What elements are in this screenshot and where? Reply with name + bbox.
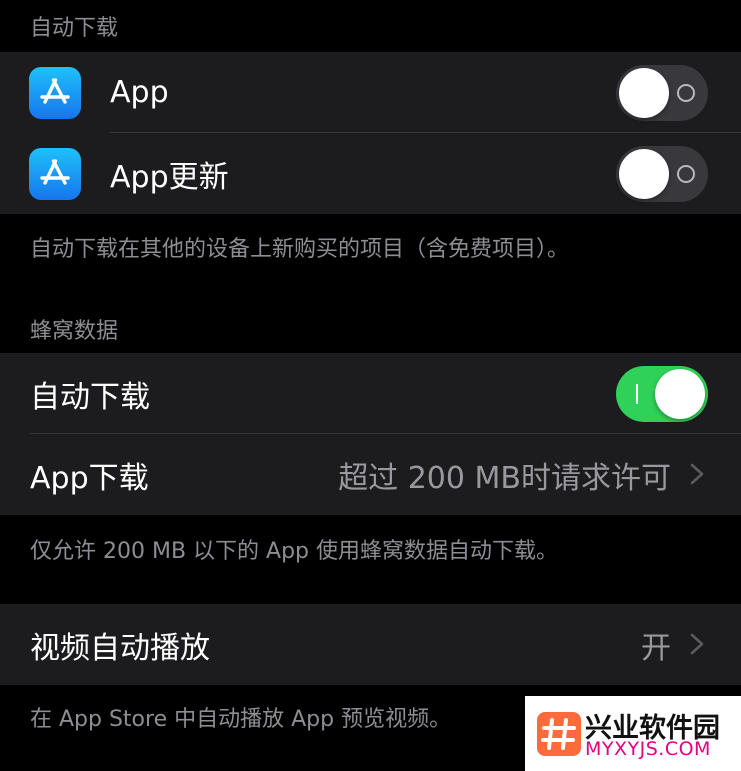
app-download-label: App下载 <box>30 460 149 496</box>
cellular-auto-download-label: 自动下载 <box>30 379 150 415</box>
watermark-url: MYXYJS.COM <box>585 738 711 760</box>
cellular-section-header: 蜂窝数据 <box>30 319 119 344</box>
video-group: 视频自动播放 开 <box>0 604 741 685</box>
app-auto-download-label: App <box>110 75 169 110</box>
app-store-icon <box>29 147 81 200</box>
watermark-logo-icon <box>537 712 581 756</box>
chevron-right-icon <box>690 633 704 655</box>
toggle-off-indicator-icon <box>677 164 695 183</box>
toggle-on-indicator-icon <box>636 383 638 404</box>
video-autoplay-value: 开 <box>641 630 671 666</box>
app-updates-label: App更新 <box>110 159 229 195</box>
video-footer: 在 App Store 中自动播放 App 预览视频。 <box>30 707 452 732</box>
cellular-group: 自动下载 App下载 超过 200 MB时请求许可 <box>0 353 741 515</box>
app-download-value: 超过 200 MB时请求许可 <box>338 460 671 496</box>
toggle-knob <box>655 368 705 419</box>
cellular-footer: 仅允许 200 MB 以下的 App 使用蜂窝数据自动下载。 <box>30 539 559 564</box>
chevron-right-icon <box>690 463 704 485</box>
cellular-auto-download-toggle[interactable] <box>616 365 708 422</box>
app-store-icon <box>29 66 81 119</box>
toggle-knob <box>619 148 669 199</box>
app-updates-toggle[interactable] <box>616 145 708 202</box>
cellular-auto-download-row[interactable]: 自动下载 <box>0 353 741 434</box>
toggle-off-indicator-icon <box>677 83 695 102</box>
app-auto-download-row[interactable]: App <box>0 52 741 133</box>
video-autoplay-row[interactable]: 视频自动播放 开 <box>0 604 741 685</box>
toggle-knob <box>619 67 669 118</box>
auto-download-group: App App更新 <box>0 52 741 214</box>
app-download-size-row[interactable]: App下载 超过 200 MB时请求许可 <box>0 434 741 515</box>
watermark-badge: 兴业软件园 MYXYJS.COM <box>525 696 741 771</box>
app-updates-auto-download-row[interactable]: App更新 <box>0 133 741 214</box>
video-autoplay-label: 视频自动播放 <box>30 630 210 666</box>
app-auto-download-toggle[interactable] <box>616 64 708 121</box>
auto-download-section-header: 自动下载 <box>30 16 119 41</box>
auto-download-footer: 自动下载在其他的设备上新购买的项目（含免费项目）。 <box>30 237 570 262</box>
